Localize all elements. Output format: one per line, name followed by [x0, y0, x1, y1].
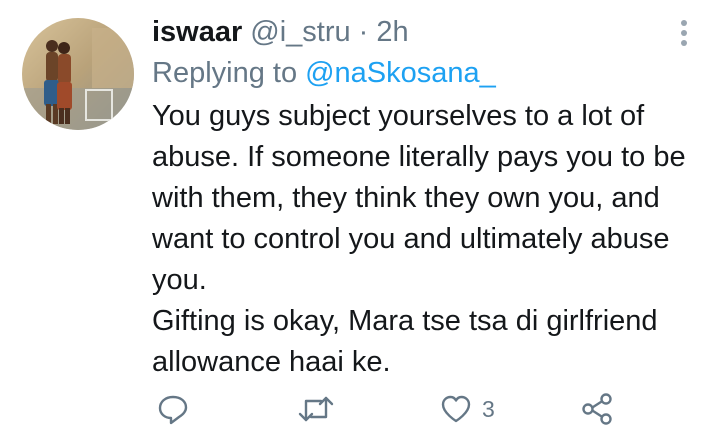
tweet-paragraph: Gifting is okay, Mara tse tsa di girlfri…: [152, 305, 658, 378]
reply-icon: [158, 395, 188, 425]
share-icon: [582, 393, 612, 425]
tweet-header: iswaar @i_stru · 2h: [152, 12, 409, 52]
avatar[interactable]: [22, 18, 134, 130]
reply-button[interactable]: [156, 388, 190, 430]
timestamp[interactable]: 2h: [376, 16, 408, 49]
action-bar: 3: [152, 388, 622, 430]
display-name[interactable]: iswaar: [152, 16, 242, 49]
like-icon: [441, 395, 471, 423]
user-handle[interactable]: @i_stru: [250, 16, 350, 49]
like-count: 3: [482, 395, 495, 422]
replying-label: Replying to: [152, 56, 298, 89]
retweet-icon: [298, 396, 334, 422]
replying-to-mention[interactable]: @naSkosana_: [305, 57, 496, 90]
share-button[interactable]: [580, 388, 614, 430]
retweet-button[interactable]: [297, 388, 335, 430]
tweet-text: You guys subject yourselves to a lot of …: [152, 96, 707, 383]
more-vertical-icon[interactable]: [674, 16, 694, 50]
tweet-paragraph: You guys subject yourselves to a lot of …: [152, 100, 686, 296]
replying-to: Replying to @naSkosana_: [152, 53, 496, 93]
separator-dot: ·: [358, 15, 369, 48]
like-button[interactable]: 3: [440, 388, 495, 430]
avatar-image: [22, 18, 134, 130]
